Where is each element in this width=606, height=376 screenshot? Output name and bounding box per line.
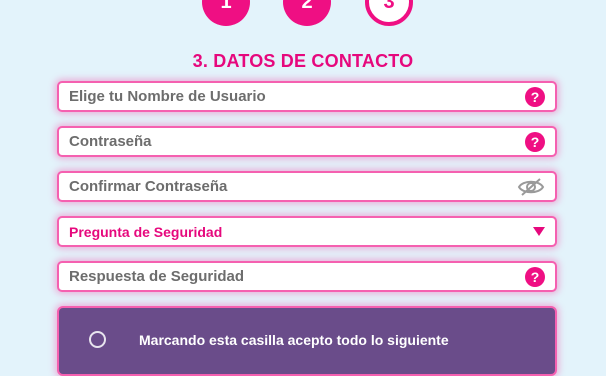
step-2-label: 2 <box>301 0 313 13</box>
security-question-value: Pregunta de Seguridad <box>69 223 223 240</box>
caret-down-icon <box>533 227 545 236</box>
question-icon[interactable]: ? <box>525 131 545 152</box>
step-1-indicator[interactable]: 1 <box>202 0 250 26</box>
step-3-label: 3 <box>383 0 395 13</box>
confirm-password-field[interactable]: Confirmar Contraseña <box>57 171 557 202</box>
eye-slash-icon[interactable] <box>517 177 545 196</box>
question-icon[interactable]: ? <box>525 266 545 287</box>
section-title: 3. DATOS DE CONTACTO <box>192 51 414 71</box>
consent-text: Marcando esta casilla acepto todo lo sig… <box>139 332 449 348</box>
username-placeholder: Elige tu Nombre de Usuario <box>69 88 266 105</box>
step-3-indicator: 3 <box>365 0 413 26</box>
security-question-select[interactable]: Pregunta de Seguridad <box>57 216 557 247</box>
step-2-indicator[interactable]: 2 <box>283 0 331 26</box>
consent-radio[interactable] <box>89 331 106 348</box>
step-1-label: 1 <box>220 0 232 13</box>
confirm-password-placeholder: Confirmar Contraseña <box>69 178 228 195</box>
security-answer-field[interactable]: Respuesta de Seguridad ? <box>57 261 557 292</box>
security-answer-placeholder: Respuesta de Seguridad <box>69 268 245 285</box>
consent-panel: Marcando esta casilla acepto todo lo sig… <box>57 306 557 376</box>
password-placeholder: Contraseña <box>69 133 152 150</box>
password-field[interactable]: Contraseña ? <box>57 126 557 157</box>
question-icon[interactable]: ? <box>525 86 545 107</box>
username-field[interactable]: Elige tu Nombre de Usuario ? <box>57 81 557 112</box>
